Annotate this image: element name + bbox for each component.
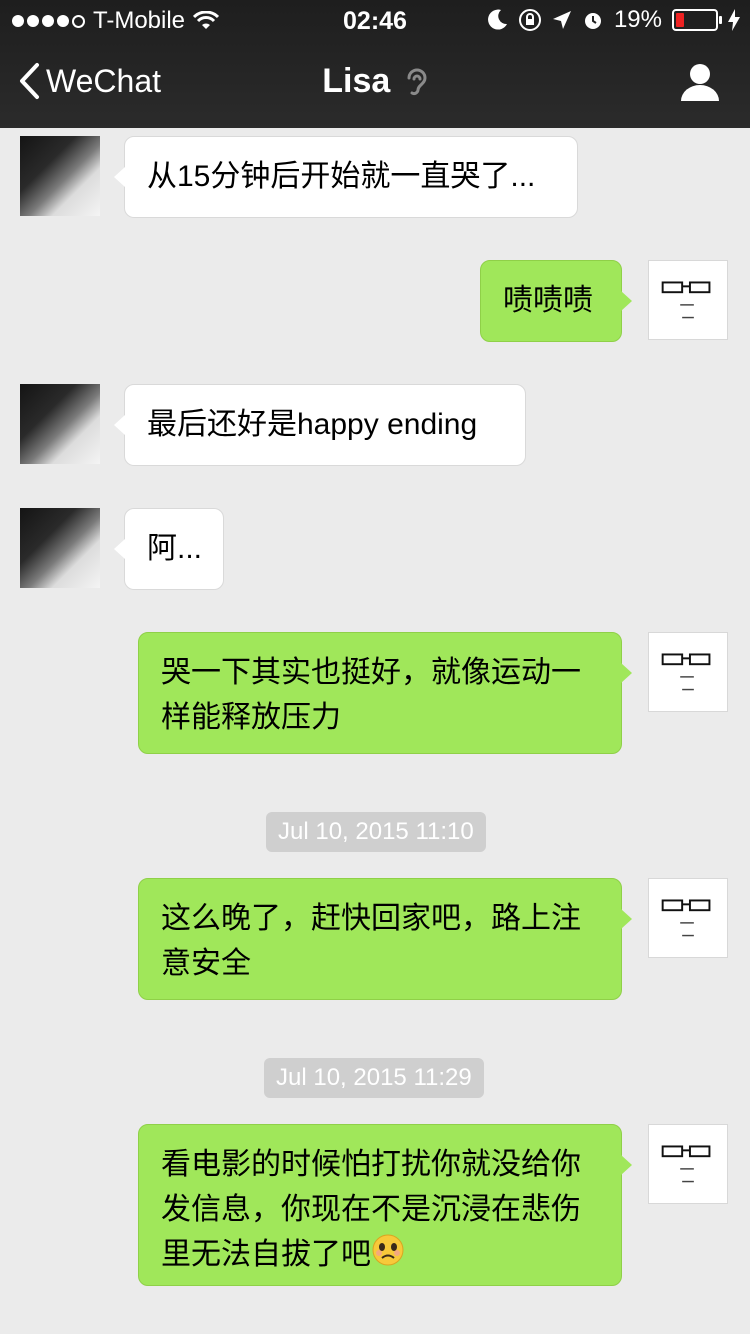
message-bubble-sent[interactable]: 啧啧啧 xyxy=(480,260,632,342)
timestamp: Jul 10, 2015 11:10 xyxy=(266,812,486,852)
timestamp: Jul 10, 2015 11:29 xyxy=(264,1058,484,1098)
status-right: 19% xyxy=(487,6,740,34)
glasses-sketch-icon xyxy=(661,653,711,691)
message-text: 从15分钟后开始就一直哭了... xyxy=(147,160,536,193)
avatar-lisa[interactable] xyxy=(20,136,100,216)
glasses-sketch-icon xyxy=(661,899,711,937)
glasses-sketch-icon xyxy=(661,1145,711,1183)
message-bubble-sent[interactable]: 看电影的时候怕打扰你就没给你发信息，你现在不是沉浸在悲伤里无法自拔了吧 xyxy=(138,1124,632,1286)
rotation-lock-icon xyxy=(518,9,541,31)
chat-title: Lisa xyxy=(0,62,750,101)
avatar-me[interactable] xyxy=(648,1124,728,1204)
contact-name: Lisa xyxy=(322,62,391,100)
glasses-sketch-icon xyxy=(661,281,711,319)
status-bar: T-Mobile 02:46 19% xyxy=(0,0,750,40)
nav-bar: WeChat Lisa xyxy=(0,40,750,128)
message-text: 啧啧啧 xyxy=(503,284,593,317)
message-text: 这么晚了，赶快回家吧，路上注意安全 xyxy=(161,902,581,980)
worried-face-emoji xyxy=(371,1233,405,1280)
moon-icon xyxy=(487,9,507,30)
charging-icon xyxy=(728,9,740,31)
message-text: 哭一下其实也挺好，就像运动一样能释放压力 xyxy=(161,656,581,734)
battery-percent: 19% xyxy=(613,6,662,33)
message-bubble-received[interactable]: 最后还好是happy ending xyxy=(114,384,526,466)
avatar-me[interactable] xyxy=(648,632,728,712)
profile-icon xyxy=(681,64,719,101)
alarm-icon xyxy=(584,13,601,29)
profile-button[interactable] xyxy=(680,62,720,107)
message-text: 最后还好是happy ending xyxy=(147,408,478,441)
avatar-me[interactable] xyxy=(648,260,728,340)
avatar-me[interactable] xyxy=(648,878,728,958)
earpiece-icon xyxy=(407,68,427,96)
message-text: 阿... xyxy=(147,532,203,565)
message-bubble-received[interactable]: 阿... xyxy=(114,508,224,590)
avatar-lisa[interactable] xyxy=(20,384,100,464)
avatar-lisa[interactable] xyxy=(20,508,100,588)
battery-icon xyxy=(672,9,722,31)
message-bubble-received[interactable]: 从15分钟后开始就一直哭了... xyxy=(114,136,578,218)
message-bubble-sent[interactable]: 哭一下其实也挺好，就像运动一样能释放压力 xyxy=(138,632,632,754)
header: T-Mobile 02:46 19% WeChat Lisa xyxy=(0,0,750,128)
message-bubble-sent[interactable]: 这么晚了，赶快回家吧，路上注意安全 xyxy=(138,878,632,1000)
location-icon xyxy=(552,11,571,29)
